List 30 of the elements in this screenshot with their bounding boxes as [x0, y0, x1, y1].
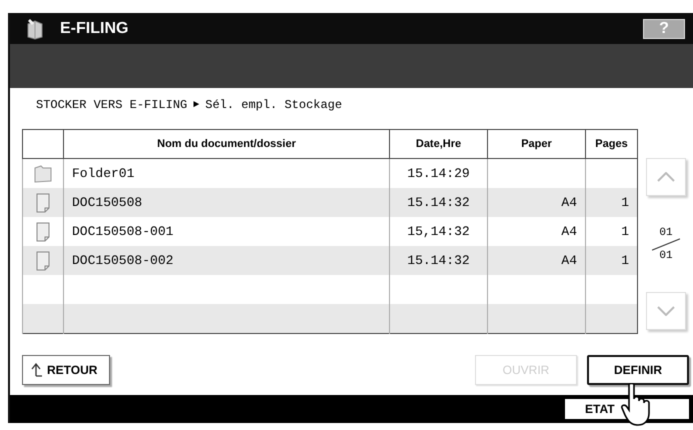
table-cell: 15.14:32 — [390, 188, 488, 217]
chevron-up-icon — [657, 172, 675, 182]
scroll-up-button[interactable] — [646, 158, 686, 196]
column-header: Nom du document/dossier — [64, 130, 390, 158]
scroll-down-button[interactable] — [646, 292, 686, 330]
table-cell: 1 — [586, 188, 638, 217]
box-icon — [26, 18, 44, 40]
document-icon — [36, 192, 50, 212]
folder-icon — [33, 164, 53, 184]
window-title: E-FILING — [60, 20, 128, 38]
breadcrumb-current: Sél. empl. Stockage — [205, 98, 342, 114]
column-header: Paper — [488, 130, 586, 158]
table-cell[interactable]: DOC150508 — [64, 188, 390, 217]
page-number: 01 — [659, 226, 673, 238]
breadcrumb-path: STOCKER VERS E-FILING — [36, 98, 188, 114]
document-icon — [36, 222, 50, 242]
table-cell: A4 — [488, 246, 586, 275]
action-button[interactable]: DEFINIR — [587, 355, 689, 385]
breadcrumb-separator: ► — [193, 99, 200, 113]
document-icon — [36, 250, 50, 270]
column-header: Pages — [586, 130, 638, 158]
table-cell: A4 — [488, 188, 586, 217]
back-button[interactable]: RETOUR — [22, 355, 110, 385]
page-total: 01 — [659, 250, 673, 262]
chevron-down-icon — [657, 306, 675, 316]
table-cell[interactable]: DOC150508-002 — [64, 246, 390, 275]
column-header: Date,Hre — [390, 130, 488, 158]
table-cell: 15.14:32 — [390, 246, 488, 275]
table-cell: 1 — [586, 246, 638, 275]
up-arrow-icon — [31, 363, 43, 377]
